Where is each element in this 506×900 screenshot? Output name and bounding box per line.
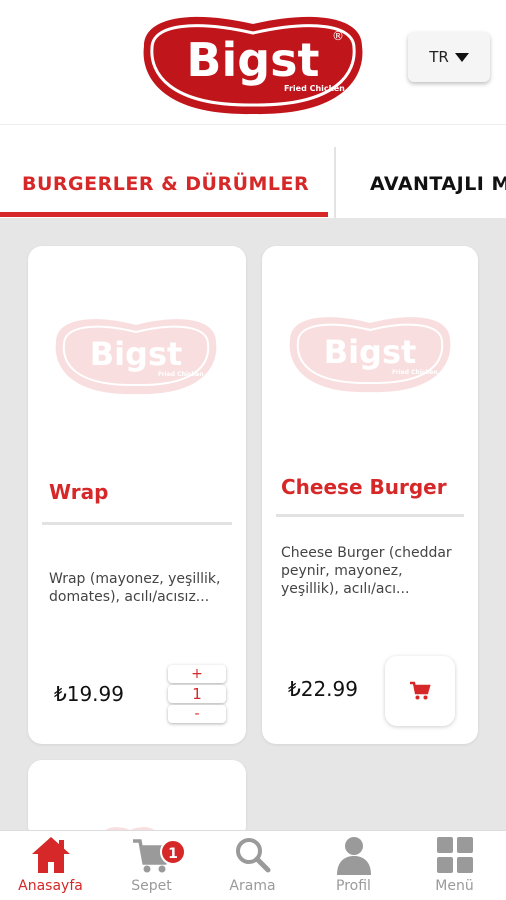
grid-icon [437,837,473,873]
nav-label: Arama [229,878,276,894]
nav-profil[interactable]: Profil [303,831,404,900]
app-header: Bigst Fried Chicken ® TR [0,0,506,124]
search-icon [236,838,271,873]
nav-arama[interactable]: Arama [202,831,303,900]
product-card-cheese-burger[interactable]: Bigst Fried Chicken Cheese Burger Cheese… [262,246,478,744]
product-description: Cheese Burger (cheddar peynir, mayonez, … [281,545,452,597]
bottom-navigation: Anasayfa Sepet 1 Arama Profil Menü [0,830,506,900]
home-icon [32,837,70,873]
nav-sepet[interactable]: Sepet [101,831,202,900]
add-to-cart-button[interactable] [385,656,455,726]
divider [42,522,232,525]
placeholder-logo-subtext: Fried Chicken [392,369,438,376]
product-name[interactable]: Cheese Burger [281,475,447,499]
nav-label: Menü [435,878,474,894]
increase-quantity-button[interactable]: + [168,665,226,683]
nav-anasayfa[interactable]: Anasayfa [0,831,101,900]
product-placeholder-logo: Bigst Fried Chicken [289,317,451,393]
product-description: Wrap (mayonez, yeşillik, domates), acılı… [49,571,221,605]
tab-divider [334,147,336,218]
placeholder-logo-text: Bigst [90,335,183,373]
tab-avantajli-menuler[interactable]: AVANTAJLI M [370,173,506,195]
nav-label: Sepet [131,878,172,894]
product-card-wrap[interactable]: Bigst Fried Chicken Wrap Wrap (mayonez, … [28,246,246,744]
product-name[interactable]: Wrap [49,480,108,504]
placeholder-logo-text: Bigst [324,333,417,371]
cart-icon [410,681,431,700]
decrease-quantity-button[interactable]: - [168,705,226,723]
language-selector[interactable]: TR [408,32,490,82]
active-tab-indicator [0,212,328,217]
caret-down-icon [454,52,469,62]
logo-registered-mark: ® [332,29,344,43]
language-code: TR [429,48,449,66]
category-tabs: BURGERLER & DÜRÜMLER AVANTAJLI M [0,124,506,218]
placeholder-logo-subtext: Fried Chicken [158,371,204,378]
nav-label: Profil [336,878,371,894]
user-icon [337,837,371,875]
cart-count-badge: 1 [160,839,186,865]
product-price: ₺19.99 [54,682,124,706]
product-price: ₺22.99 [288,677,358,701]
quantity-stepper: + 1 - [168,665,226,725]
logo-text: Bigst [186,33,319,87]
bigst-logo[interactable]: Bigst Fried Chicken ® [134,6,372,120]
quantity-value: 1 [168,685,226,703]
nav-label: Anasayfa [18,878,83,894]
product-card-partial[interactable] [28,760,246,840]
logo-subtext: Fried Chicken [284,84,345,93]
product-placeholder-logo: Bigst Fried Chicken [55,319,217,395]
nav-menu[interactable]: Menü [404,831,505,900]
divider [276,514,464,517]
tab-burgerler-durumler[interactable]: BURGERLER & DÜRÜMLER [22,173,309,195]
